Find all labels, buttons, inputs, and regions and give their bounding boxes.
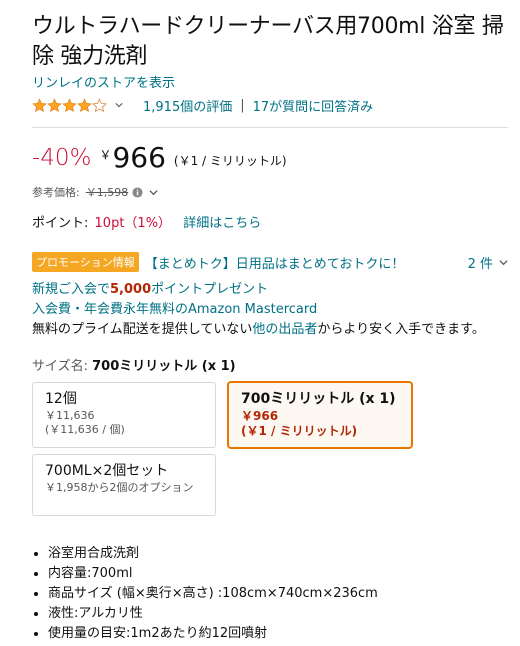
divider [32, 127, 508, 128]
prime-suffix: からより安く入手できます。 [317, 322, 485, 337]
rating-count-link[interactable]: 1,915個の評価 [143, 96, 232, 115]
size-swatches: 12個 ￥11,636 (￥11,636 / 個) 700ミリリットル (x 1… [32, 382, 508, 542]
info-icon[interactable] [132, 186, 143, 198]
signup-offer-link[interactable]: 新規ご入会で5,000ポイントプレゼント [32, 280, 508, 299]
size-selector-label: サイズ名: 700ミリリットル (x 1) [32, 355, 508, 374]
reference-price: ￥1,598 [85, 186, 129, 199]
size-option-unit-price: (￥1 / ミリリットル) [241, 424, 358, 438]
promotion-text[interactable]: 【まとめトク】日用品はまとめておトクに！ [145, 253, 468, 272]
signup-amount: 5,000 [110, 282, 152, 297]
size-option-title: 700ML×2個セット [45, 463, 169, 479]
feature-bullet: 浴室用合成洗剤 [48, 544, 508, 564]
size-option-12pack[interactable]: 12個 ￥11,636 (￥11,636 / 個) [32, 382, 216, 448]
reference-price-label: 参考価格: [32, 186, 80, 199]
discount-percent: -40% [32, 145, 92, 171]
star-rating[interactable] [32, 97, 107, 113]
separator: | [240, 97, 245, 113]
feature-bullet: 内容量:700ml [48, 564, 508, 584]
chevron-down-icon[interactable] [115, 101, 123, 109]
star-icon [47, 97, 62, 112]
feature-bullet: 商品サイズ (幅×奥行×高さ) :108cm×740cm×236cm [48, 584, 508, 604]
size-option-price: ￥966 [241, 409, 279, 423]
reference-price-row: 参考価格: ￥1,598 [32, 184, 508, 200]
points-value: 10pt（1%） [94, 216, 172, 231]
size-option-unit-price: (￥11,636 / 個) [45, 423, 125, 436]
feature-bullet: 使用量の目安:1m2あたり約12回噴射 [48, 624, 508, 644]
chevron-down-icon[interactable] [499, 258, 508, 267]
size-option-price: ￥1,958から2個のオプション [45, 481, 194, 494]
promotion-row[interactable]: プロモーション情報 【まとめトク】日用品はまとめておトクに！ 2 件 [32, 252, 508, 272]
signup-prefix: 新規ご入会で [32, 282, 111, 297]
store-link[interactable]: リンレイのストアを表示 [32, 75, 508, 93]
qa-link[interactable]: 17が質問に回答済み [253, 96, 374, 115]
points-row: ポイント: 10pt（1%） 詳細はこちら [32, 212, 508, 231]
star-icon [32, 97, 47, 112]
size-option-title: 12個 [45, 391, 77, 407]
size-option-title: 700ミリリットル (x 1) [241, 391, 396, 407]
star-icon [77, 97, 92, 112]
points-label: ポイント: [32, 216, 89, 231]
size-option-price: ￥11,636 [45, 409, 95, 422]
other-sellers-link[interactable]: 他の出品者 [252, 322, 317, 337]
prime-notice: 無料のプライム配送を提供していない他の出品者からより安く入手できます。 [32, 320, 508, 339]
size-option-2set[interactable]: 700ML×2個セット ￥1,958から2個のオプション [32, 454, 216, 516]
feature-bullets: 浴室用合成洗剤 内容量:700ml 商品サイズ (幅×奥行×高さ) :108cm… [32, 544, 508, 644]
signup-suffix: ポイントプレゼント [151, 282, 269, 297]
price-value: 966 [112, 141, 166, 174]
promotion-count[interactable]: 2 件 [468, 253, 493, 272]
promotion-badge: プロモーション情報 [32, 252, 139, 272]
chevron-down-icon[interactable] [149, 188, 158, 197]
product-detail: ウルトラハードクリーナーバス用700ml 浴室 掃除 強力洗剤 リンレイのストア… [32, 0, 508, 644]
star-icon [62, 97, 77, 112]
size-selected-value: 700ミリリットル (x 1) [92, 359, 236, 374]
price-row: -40% ￥ 966 (￥1 / ミリリットル) [32, 142, 508, 176]
prime-prefix: 無料のプライム配送を提供していない [32, 322, 253, 337]
currency-symbol: ￥ [99, 148, 112, 162]
product-title: ウルトラハードクリーナーバス用700ml 浴室 掃除 強力洗剤 [32, 14, 504, 69]
size-label: サイズ名: [32, 359, 93, 374]
star-empty-icon [92, 97, 107, 112]
feature-bullet: 液性:アルカリ性 [48, 604, 508, 624]
size-option-700ml[interactable]: 700ミリリットル (x 1) ￥966 (￥1 / ミリリットル) [228, 382, 412, 448]
unit-price: (￥1 / ミリリットル) [173, 154, 287, 168]
rating-row: 1,915個の評価 | 17が質問に回答済み [32, 95, 508, 115]
points-details-link[interactable]: 詳細はこちら [183, 216, 261, 231]
card-offer-link[interactable]: 入会費・年会費永年無料のAmazon Mastercard [32, 300, 508, 319]
